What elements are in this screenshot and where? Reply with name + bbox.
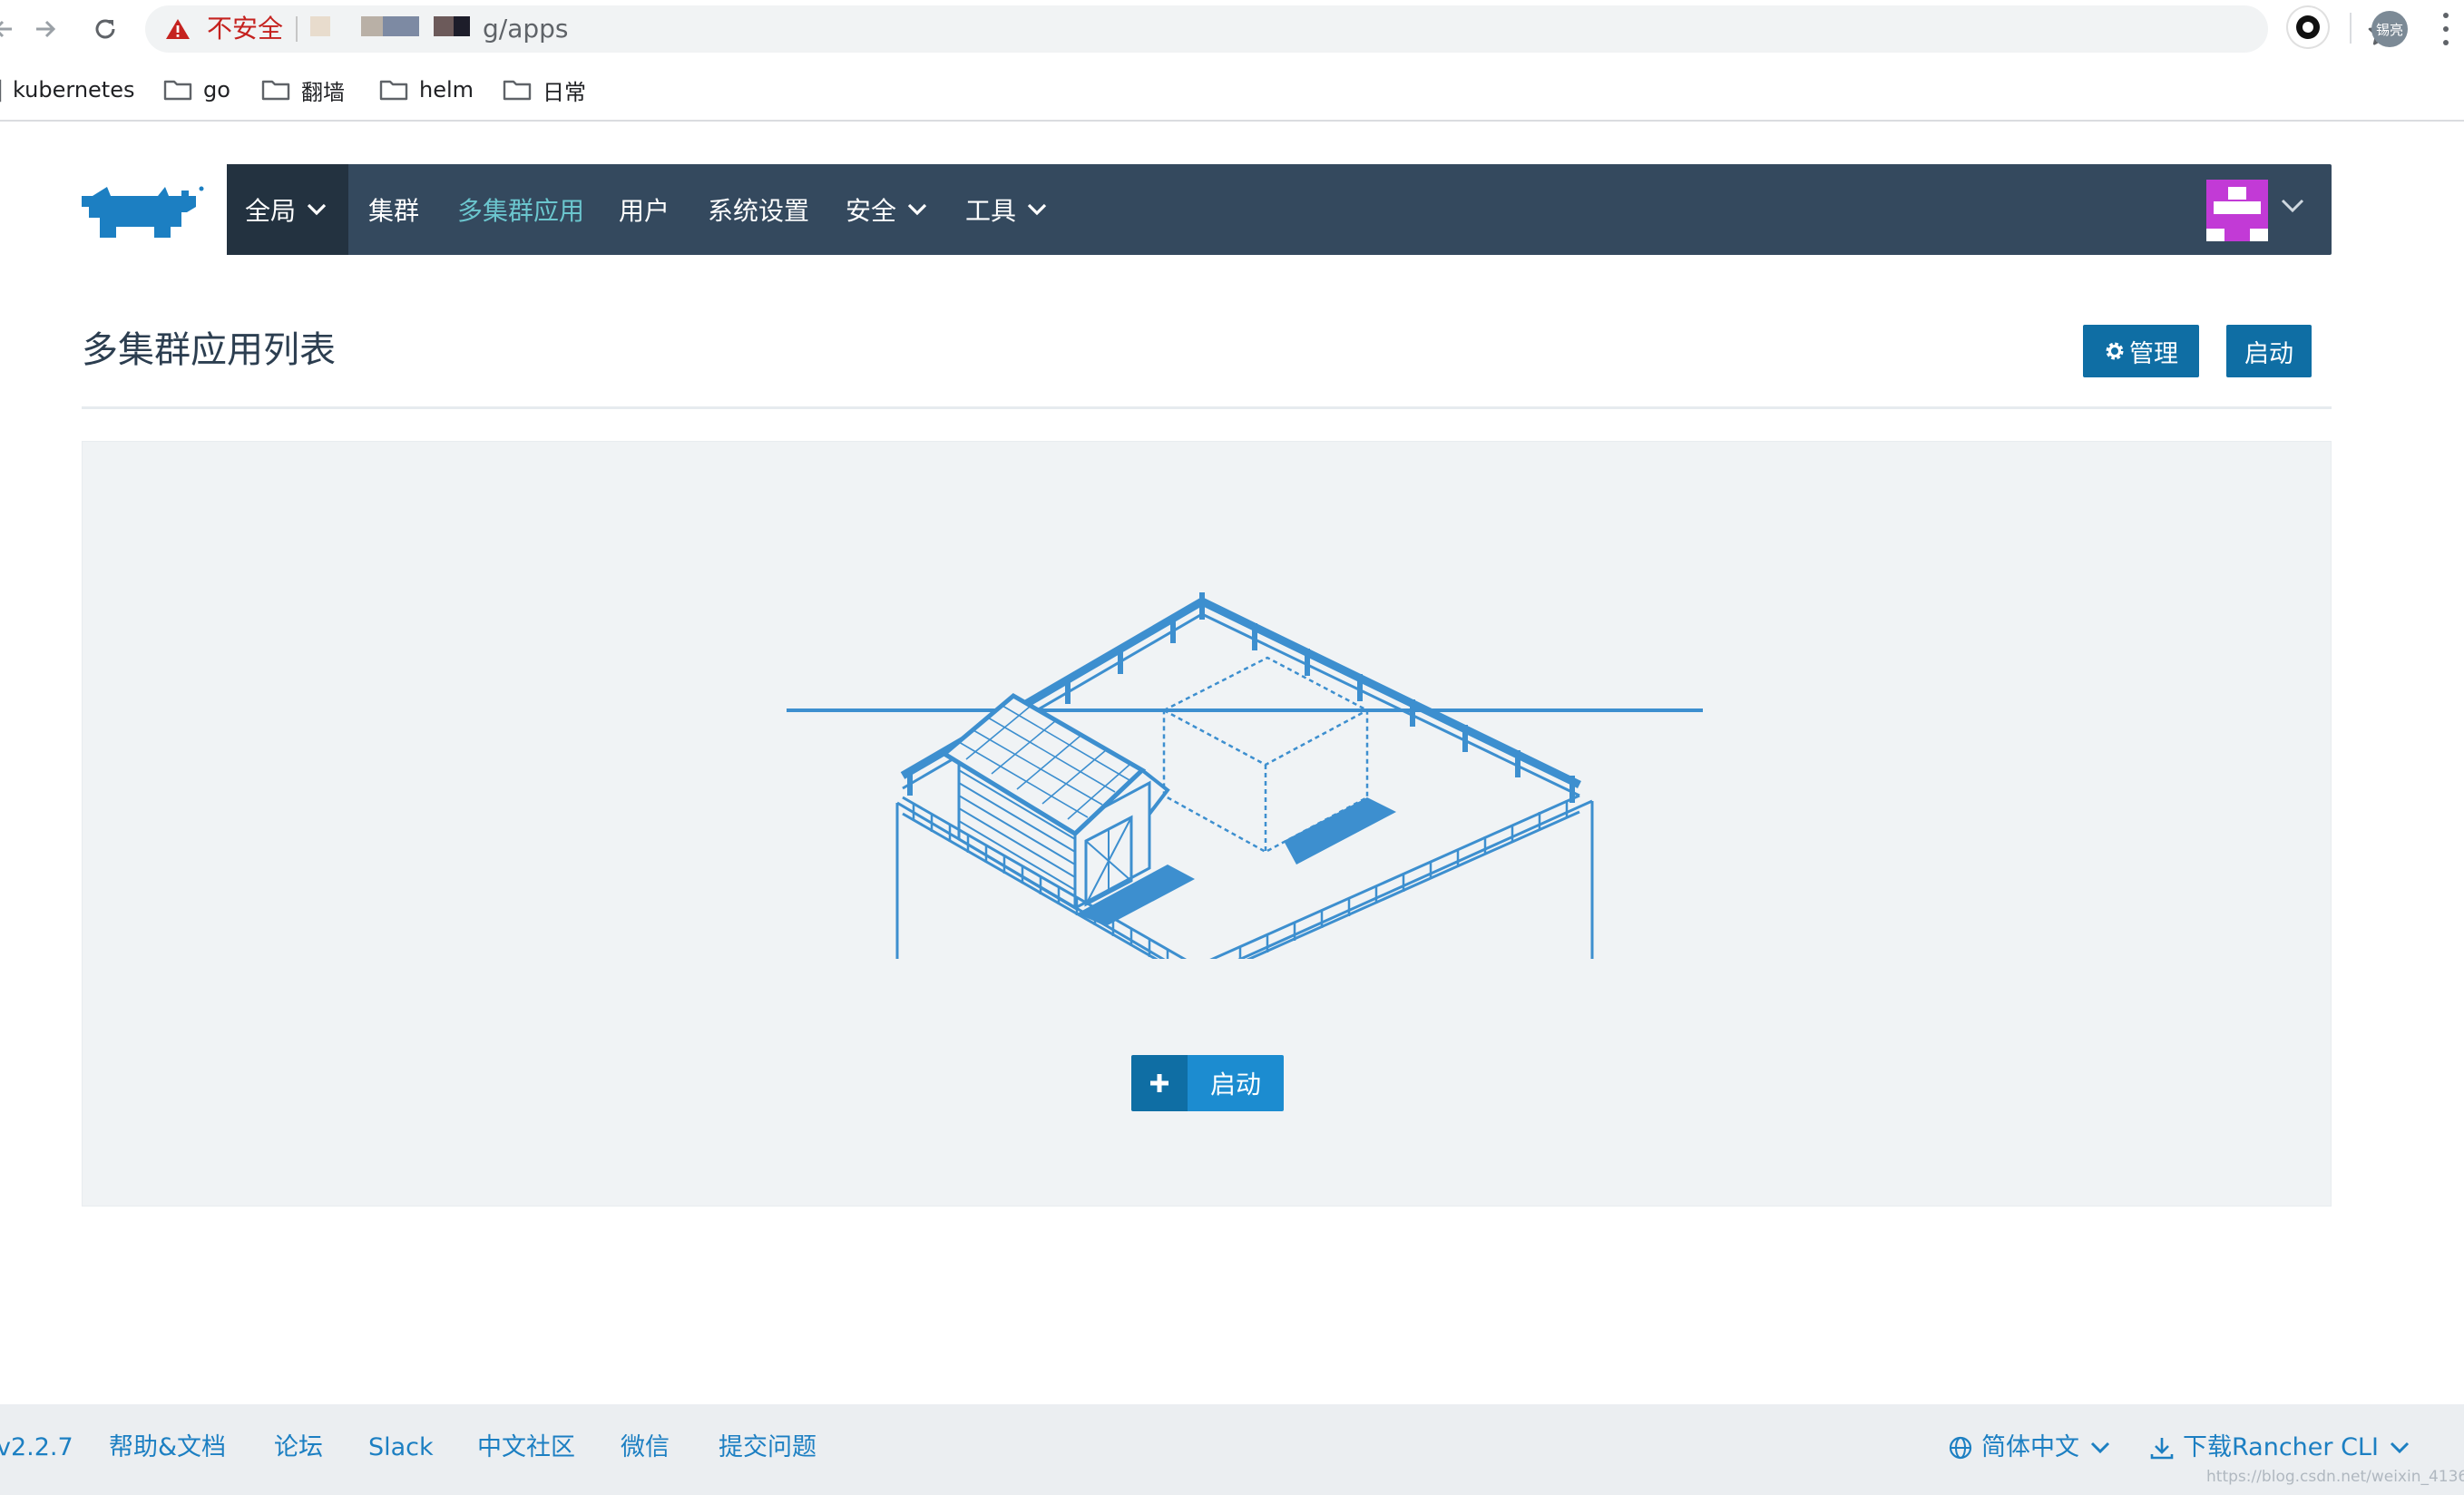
back-icon[interactable] [0,9,25,49]
bookmark-go[interactable]: go [163,73,230,107]
bookmark-kubernetes[interactable]: kubernetes [0,73,134,107]
divider [2350,13,2352,44]
gear-icon [2106,342,2124,360]
redacted-host [310,16,330,36]
divider [296,16,298,42]
language-label: 简体中文 [1981,1433,2079,1461]
watermark: https://blog.csdn.net/weixin_4136903 [2206,1468,2464,1486]
manage-label: 管理 [2129,339,2178,368]
nav-label: 系统设置 [708,196,810,226]
bookmark-vpn[interactable]: 翻墙 [261,73,345,107]
folder-icon [503,80,532,101]
download-cli-menu[interactable]: 下载Rancher CLI [2150,1430,2410,1466]
nav-item-security[interactable]: 安全 [846,164,927,255]
version-link[interactable]: v2.2.7 [0,1430,73,1466]
bookmarks-bar: kubernetes go 翻墙 helm 日常 [0,60,2464,122]
bookmark-label: kubernetes [13,77,135,103]
page-title: 多集群应用列表 [82,329,336,371]
bookmark-helm[interactable]: helm [379,73,474,107]
redacted-host [434,16,454,36]
bookmark-label: go [203,77,230,103]
redacted-host [454,16,470,36]
footer-link-docs[interactable]: 帮助&文档 [109,1430,226,1466]
nav-item-tools[interactable]: 工具 [965,164,1047,255]
nav-label: 工具 [965,196,1017,226]
warning-icon [166,19,190,39]
profile-avatar[interactable]: 锡亮 [2371,11,2408,47]
address-bar[interactable]: 不安全 g/apps [145,5,2397,53]
nav-label: 集群 [368,196,420,226]
forward-icon[interactable] [24,9,67,49]
footer-link-slack[interactable]: Slack [368,1430,434,1466]
bookmark-label: helm [419,77,474,103]
footer-link-issues[interactable]: 提交问题 [719,1430,816,1466]
plus-icon [1131,1055,1188,1111]
main-nav: 全局 集群 多集群应用 用户 系统设置 安全 工具 [227,164,2332,255]
language-selector[interactable]: 简体中文 [1949,1430,2110,1466]
folder-icon [261,80,290,101]
footer-link-wechat[interactable]: 微信 [621,1430,670,1466]
folder-icon [379,80,408,101]
chevron-down-icon[interactable] [2281,199,2304,213]
url-path[interactable]: g/apps [483,14,569,44]
security-label[interactable]: 不安全 [207,14,283,44]
footer-link-community[interactable]: 中文社区 [477,1430,575,1466]
globe-icon [1949,1436,1972,1460]
nav-item-settings[interactable]: 系统设置 [708,164,809,255]
extension-icon[interactable] [2288,7,2328,47]
reload-icon[interactable] [83,9,127,49]
folder-icon [163,80,192,101]
global-label: 全局 [245,196,297,226]
bookmark-label: 翻墙 [301,79,345,105]
footer: v2.2.7 帮助&文档 论坛 Slack 中文社区 微信 提交问题 简体中文 … [0,1404,2464,1495]
farm-illustration [787,592,1703,959]
launch-label: 启动 [2244,339,2293,368]
user-avatar[interactable] [2206,180,2268,241]
nav-label: 用户 [619,196,670,226]
divider [82,406,2332,409]
empty-launch-label: 启动 [1188,1055,1284,1111]
nav-label: 多集群应用 [457,196,585,226]
chevron-down-icon [307,203,327,216]
redacted-host [383,16,419,36]
rancher-logo[interactable] [80,181,207,245]
footer-link-forum[interactable]: 论坛 [274,1430,323,1466]
bookmark-label: 日常 [543,79,586,105]
nav-item-users[interactable]: 用户 [619,164,670,255]
download-cli-label: 下载Rancher CLI [2183,1433,2379,1461]
chevron-down-icon [2390,1441,2409,1454]
empty-launch-button[interactable]: 启动 [1131,1055,1284,1111]
launch-button[interactable]: 启动 [2226,325,2312,377]
nav-item-multi-cluster-apps[interactable]: 多集群应用 [457,164,584,255]
folder-icon [0,79,2,103]
empty-state-panel: 启动 [82,441,2332,1207]
bookmark-daily[interactable]: 日常 [503,73,586,107]
chevron-down-icon [907,203,927,216]
chevron-down-icon [1027,203,1047,216]
nav-item-clusters[interactable]: 集群 [368,164,419,255]
chevron-down-icon [2090,1441,2110,1454]
browser-toolbar: 不安全 g/apps 锡亮 [0,0,2464,60]
redacted-host [361,16,383,36]
global-menu[interactable]: 全局 [227,164,348,255]
menu-icon[interactable] [2437,13,2455,45]
nav-label: 安全 [846,196,897,226]
download-icon [2150,1438,2174,1460]
manage-button[interactable]: 管理 [2083,325,2199,377]
